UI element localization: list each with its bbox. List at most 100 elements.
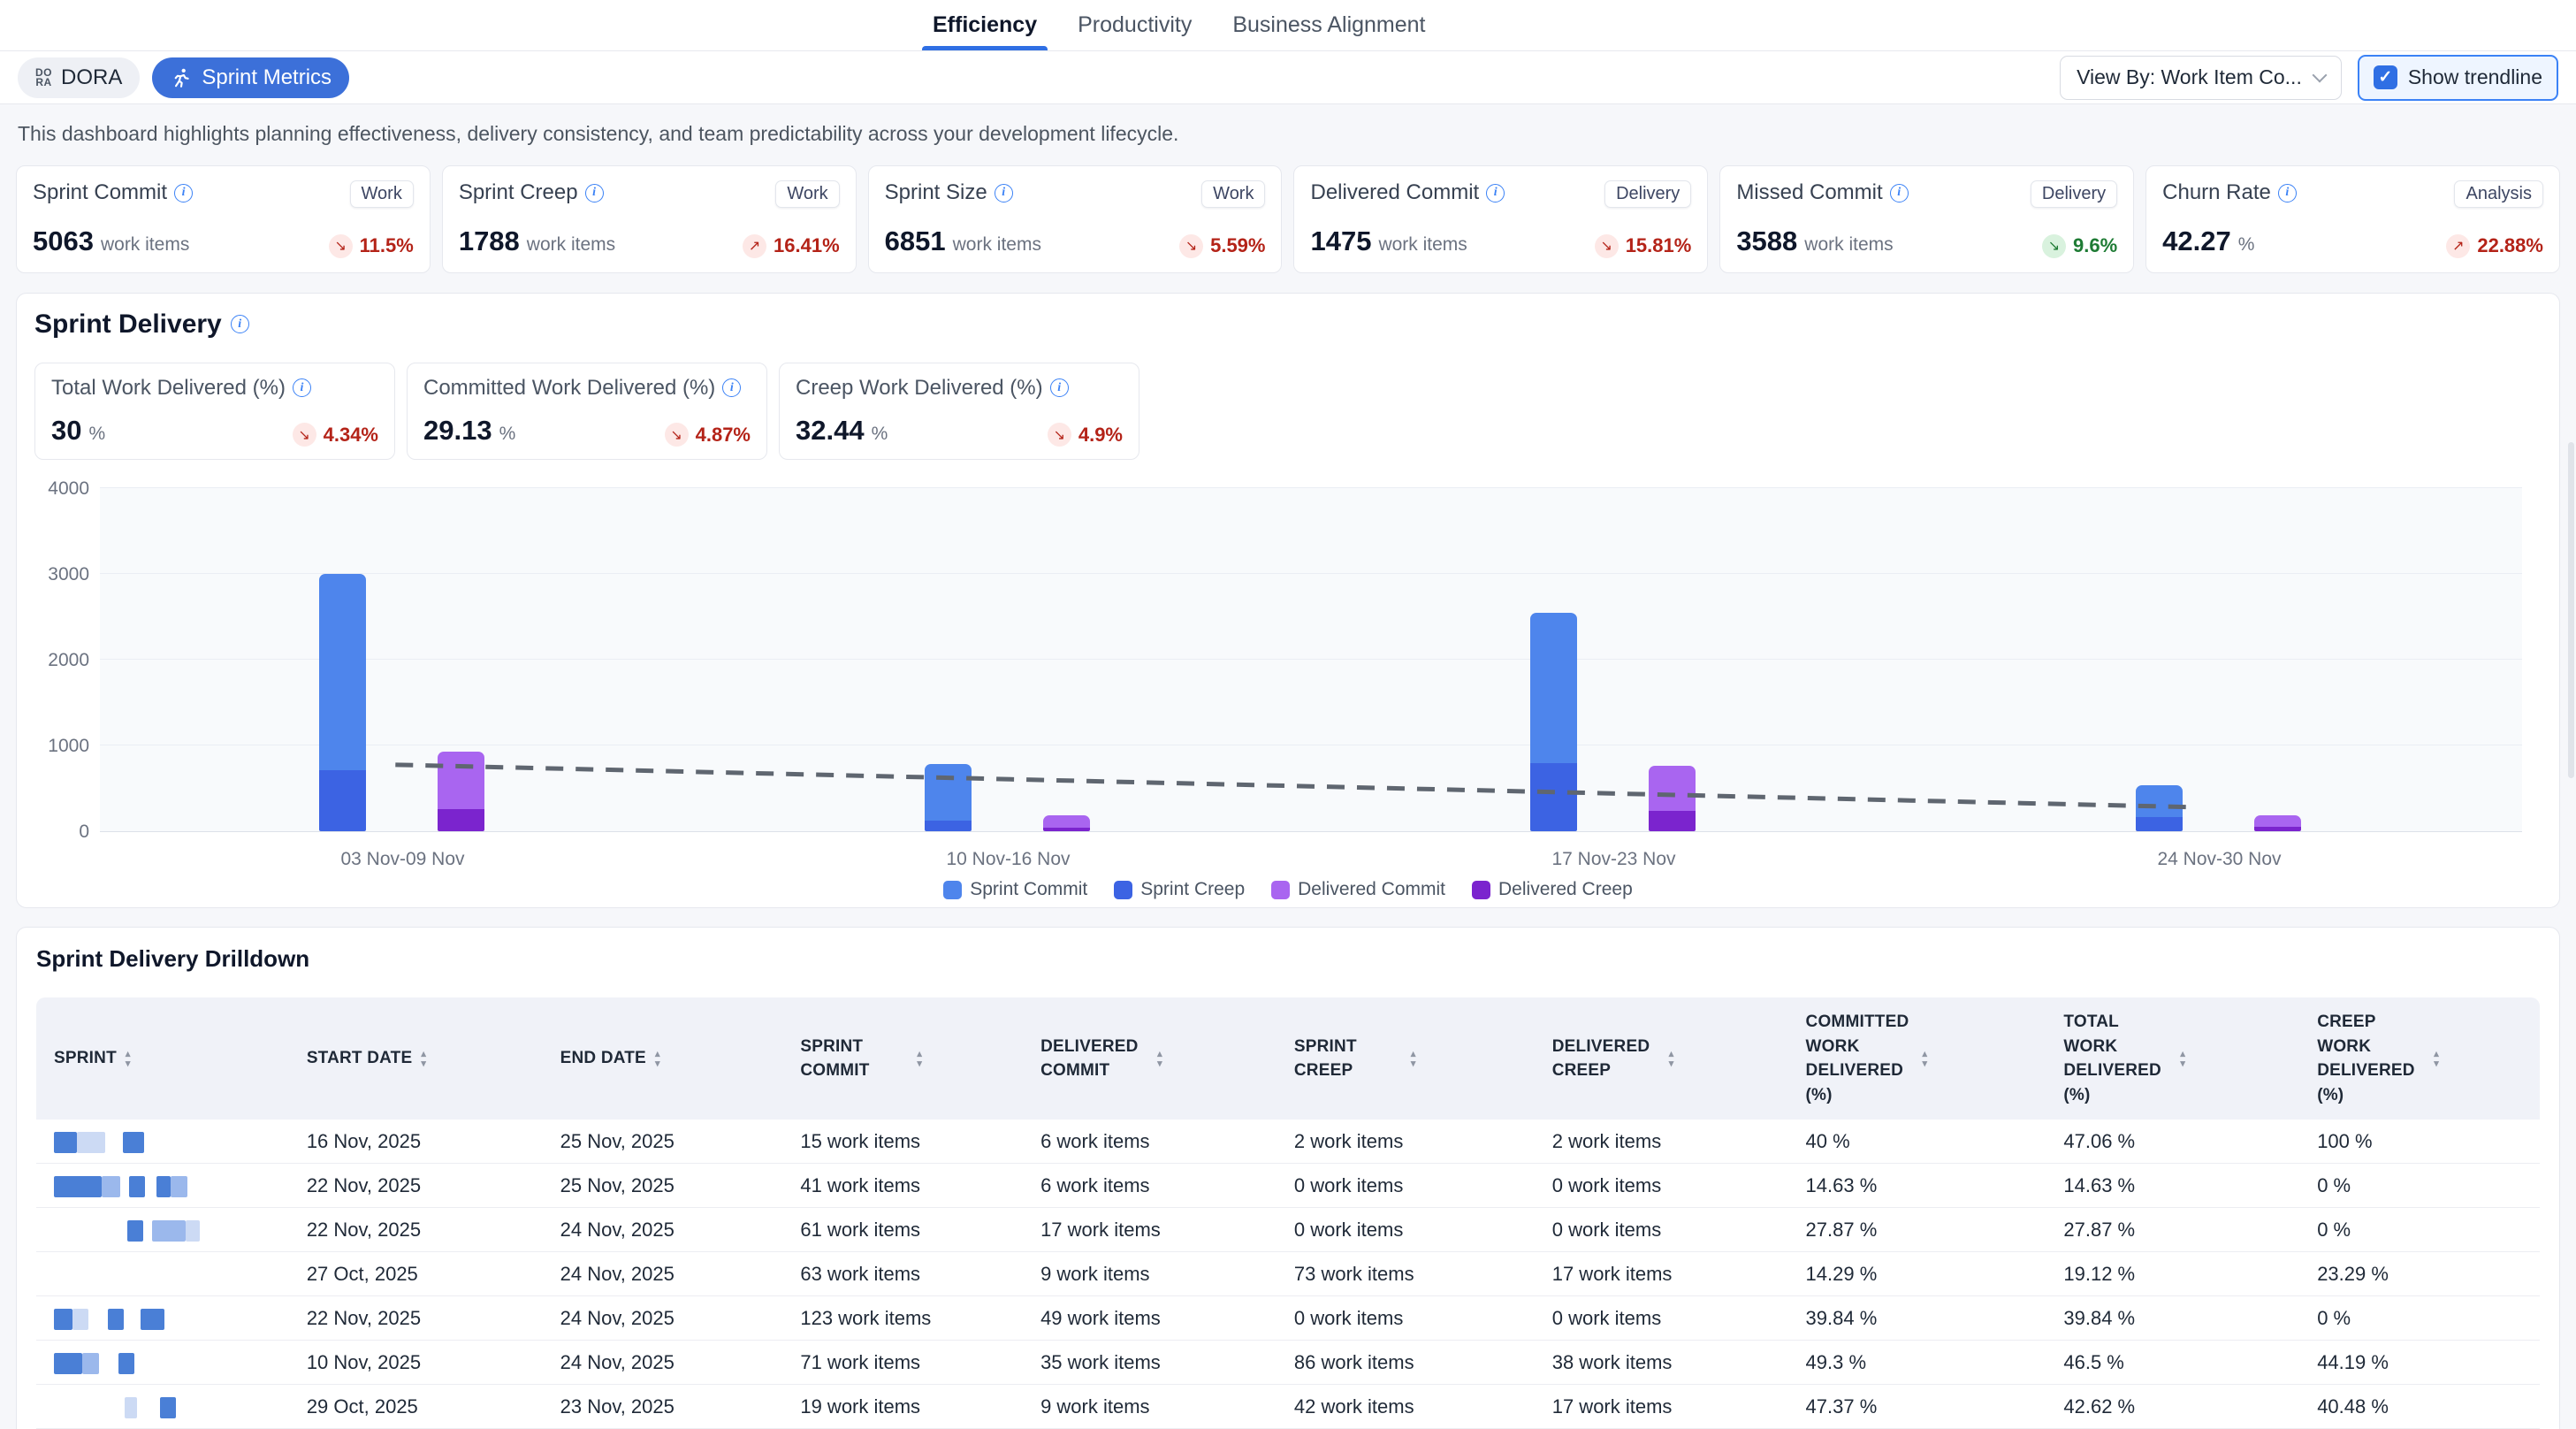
legend-item-sprint-creep[interactable]: Sprint Creep bbox=[1114, 879, 1245, 900]
redacted-sprint-name bbox=[127, 1220, 143, 1242]
info-icon[interactable]: i bbox=[1486, 184, 1505, 203]
scrollbar-thumb[interactable] bbox=[2568, 442, 2574, 778]
metric-unit: % bbox=[872, 424, 888, 445]
sort-icon[interactable]: ▴▾ bbox=[917, 1051, 922, 1067]
drilldown-section: Sprint Delivery Drilldown SPRINT▴▾START … bbox=[16, 927, 2560, 1429]
table-row[interactable]: 29 Oct, 202523 Nov, 202519 work items9 w… bbox=[36, 1385, 2540, 1429]
sort-icon[interactable]: ▴▾ bbox=[2434, 1051, 2439, 1067]
legend-item-delivered-commit[interactable]: Delivered Commit bbox=[1271, 879, 1445, 900]
cell-delivered-creep: 38 work items bbox=[1535, 1341, 1788, 1385]
table-row[interactable]: 22 Nov, 202524 Nov, 2025123 work items49… bbox=[36, 1296, 2540, 1341]
info-icon[interactable]: i bbox=[231, 315, 249, 333]
column-header-delivered-commit[interactable]: DELIVERED COMMIT▴▾ bbox=[1023, 997, 1277, 1120]
sprint-metrics-button[interactable]: Sprint Metrics bbox=[152, 57, 349, 98]
metric-card-churn-rate: Churn RateiAnalysis42.27%↗22.88% bbox=[2145, 165, 2560, 273]
metric-card-name-text: Creep Work Delivered (%) bbox=[796, 376, 1043, 401]
cell-sprint-commit: 41 work items bbox=[782, 1164, 1023, 1208]
column-header-inner: TOTAL WORK DELIVERED (%) ▴▾ bbox=[2063, 1010, 2290, 1107]
legend-item-delivered-creep[interactable]: Delivered Creep bbox=[1472, 879, 1633, 900]
info-icon[interactable]: i bbox=[2278, 184, 2297, 203]
metric-card-name-text: Delivered Commit bbox=[1310, 180, 1479, 205]
sort-icon[interactable]: ▴▾ bbox=[2180, 1051, 2185, 1067]
info-icon[interactable]: i bbox=[293, 378, 311, 397]
info-icon[interactable]: i bbox=[995, 184, 1013, 203]
cell-total-work-delivered: 39.84 % bbox=[2046, 1296, 2299, 1341]
trendline-checkbox[interactable]: ✓ bbox=[2374, 65, 2397, 89]
sort-icon[interactable]: ▴▾ bbox=[126, 1051, 131, 1067]
column-header-start-date[interactable]: START DATE▴▾ bbox=[289, 997, 543, 1120]
trendline bbox=[100, 488, 2522, 831]
table-row[interactable]: 10 Nov, 202524 Nov, 202571 work items35 … bbox=[36, 1341, 2540, 1385]
column-header-sprint[interactable]: SPRINT▴▾ bbox=[36, 997, 289, 1120]
cell-sprint-creep: 0 work items bbox=[1277, 1208, 1535, 1252]
trend-down-icon: ↘ bbox=[1179, 234, 1203, 258]
cell-committed-work-delivered: 40 % bbox=[1788, 1120, 2046, 1164]
show-trendline-toggle[interactable]: ✓ Show trendline bbox=[2358, 55, 2558, 101]
cell-delivered-creep: 0 work items bbox=[1535, 1208, 1788, 1252]
cell-delivered-creep: 17 work items bbox=[1535, 1252, 1788, 1296]
info-icon[interactable]: i bbox=[1050, 378, 1069, 397]
drilldown-header-row: SPRINT▴▾START DATE▴▾END DATE▴▾SPRINT COM… bbox=[36, 997, 2540, 1120]
cell-sprint-commit: 123 work items bbox=[782, 1296, 1023, 1341]
table-row[interactable]: 22 Nov, 202524 Nov, 202561 work items17 … bbox=[36, 1208, 2540, 1252]
tab-productivity[interactable]: Productivity bbox=[1078, 0, 1192, 50]
dora-button[interactable]: DORA DORA bbox=[18, 57, 140, 98]
tab-business-alignment[interactable]: Business Alignment bbox=[1232, 0, 1425, 50]
trend-indicator: ↘4.87% bbox=[665, 423, 751, 447]
legend-item-sprint-commit[interactable]: Sprint Commit bbox=[943, 879, 1087, 900]
category-badge: Analysis bbox=[2454, 180, 2542, 208]
column-header-creep-work-delivered[interactable]: CREEP WORK DELIVERED (%) ▴▾ bbox=[2299, 997, 2540, 1120]
metric-card-name: Sprint Commiti bbox=[33, 180, 193, 205]
view-by-dropdown[interactable]: View By: Work Item Co... bbox=[2060, 56, 2342, 100]
sort-icon[interactable]: ▴▾ bbox=[1669, 1051, 1674, 1067]
cell-sprint-commit: 61 work items bbox=[782, 1208, 1023, 1252]
redacted-sprint-name bbox=[54, 1176, 102, 1197]
column-header-label: CREEP WORK DELIVERED (%) bbox=[2317, 1010, 2425, 1107]
metric-card-header: Delivered CommitiDelivery bbox=[1310, 180, 1691, 208]
metric-value: 1788 bbox=[459, 225, 520, 257]
metric-card-header: Missed CommitiDelivery bbox=[1736, 180, 2117, 208]
sort-icon[interactable]: ▴▾ bbox=[421, 1051, 426, 1067]
redacted-sprint-name bbox=[108, 1309, 124, 1330]
legend-label: Sprint Commit bbox=[970, 879, 1087, 900]
column-header-delivered-creep[interactable]: DELIVERED CREEP▴▾ bbox=[1535, 997, 1788, 1120]
metric-card-name: Total Work Delivered (%)i bbox=[51, 376, 311, 401]
sprint-metrics-label: Sprint Metrics bbox=[202, 65, 332, 90]
column-header-sprint-creep[interactable]: SPRINT CREEP▴▾ bbox=[1277, 997, 1535, 1120]
column-header-end-date[interactable]: END DATE▴▾ bbox=[543, 997, 783, 1120]
table-row[interactable]: 27 Oct, 202524 Nov, 202563 work items9 w… bbox=[36, 1252, 2540, 1296]
column-header-label: TOTAL WORK DELIVERED (%) bbox=[2063, 1010, 2171, 1107]
info-icon[interactable]: i bbox=[174, 184, 193, 203]
info-icon[interactable]: i bbox=[585, 184, 604, 203]
tab-efficiency[interactable]: Efficiency bbox=[933, 0, 1037, 50]
tab-label: Productivity bbox=[1078, 12, 1192, 38]
sprint-name-cell bbox=[36, 1385, 289, 1429]
column-header-committed-work-delivered[interactable]: COMMITTED WORK DELIVERED (%) ▴▾ bbox=[1788, 997, 2046, 1120]
cell-sprint-creep: 2 work items bbox=[1277, 1120, 1535, 1164]
cell-delivered-commit: 6 work items bbox=[1023, 1164, 1277, 1208]
legend-swatch bbox=[943, 881, 962, 899]
info-icon[interactable]: i bbox=[722, 378, 741, 397]
sort-icon[interactable]: ▴▾ bbox=[1923, 1051, 1928, 1067]
trend-down-icon: ↘ bbox=[2042, 234, 2066, 258]
cell-end-date: 25 Nov, 2025 bbox=[543, 1120, 783, 1164]
x-tick-label: 24 Nov-30 Nov bbox=[2157, 849, 2281, 870]
cell-end-date: 24 Nov, 2025 bbox=[543, 1341, 783, 1385]
column-header-total-work-delivered[interactable]: TOTAL WORK DELIVERED (%) ▴▾ bbox=[2046, 997, 2299, 1120]
sort-icon[interactable]: ▴▾ bbox=[1157, 1051, 1162, 1067]
redacted-sprint-name bbox=[125, 1397, 137, 1418]
sort-icon[interactable]: ▴▾ bbox=[655, 1051, 660, 1067]
column-header-label: COMMITTED WORK DELIVERED (%) bbox=[1806, 1010, 1914, 1107]
trend-percent: 11.5% bbox=[360, 234, 414, 257]
metric-card-sprint-size: Sprint SizeiWork6851work items↘5.59% bbox=[868, 165, 1283, 273]
sprint-name-cell bbox=[36, 1120, 289, 1164]
table-row[interactable]: 16 Nov, 202525 Nov, 202515 work items6 w… bbox=[36, 1120, 2540, 1164]
trend-up-icon: ↗ bbox=[743, 234, 766, 258]
column-header-inner: DELIVERED COMMIT▴▾ bbox=[1040, 1035, 1268, 1083]
sort-icon[interactable]: ▴▾ bbox=[1411, 1051, 1416, 1067]
category-badge: Delivery bbox=[2031, 180, 2117, 208]
info-icon[interactable]: i bbox=[1890, 184, 1909, 203]
column-header-sprint-commit[interactable]: SPRINT COMMIT▴▾ bbox=[782, 997, 1023, 1120]
trendline-label: Show trendline bbox=[2408, 65, 2542, 89]
table-row[interactable]: 22 Nov, 202525 Nov, 202541 work items6 w… bbox=[36, 1164, 2540, 1208]
